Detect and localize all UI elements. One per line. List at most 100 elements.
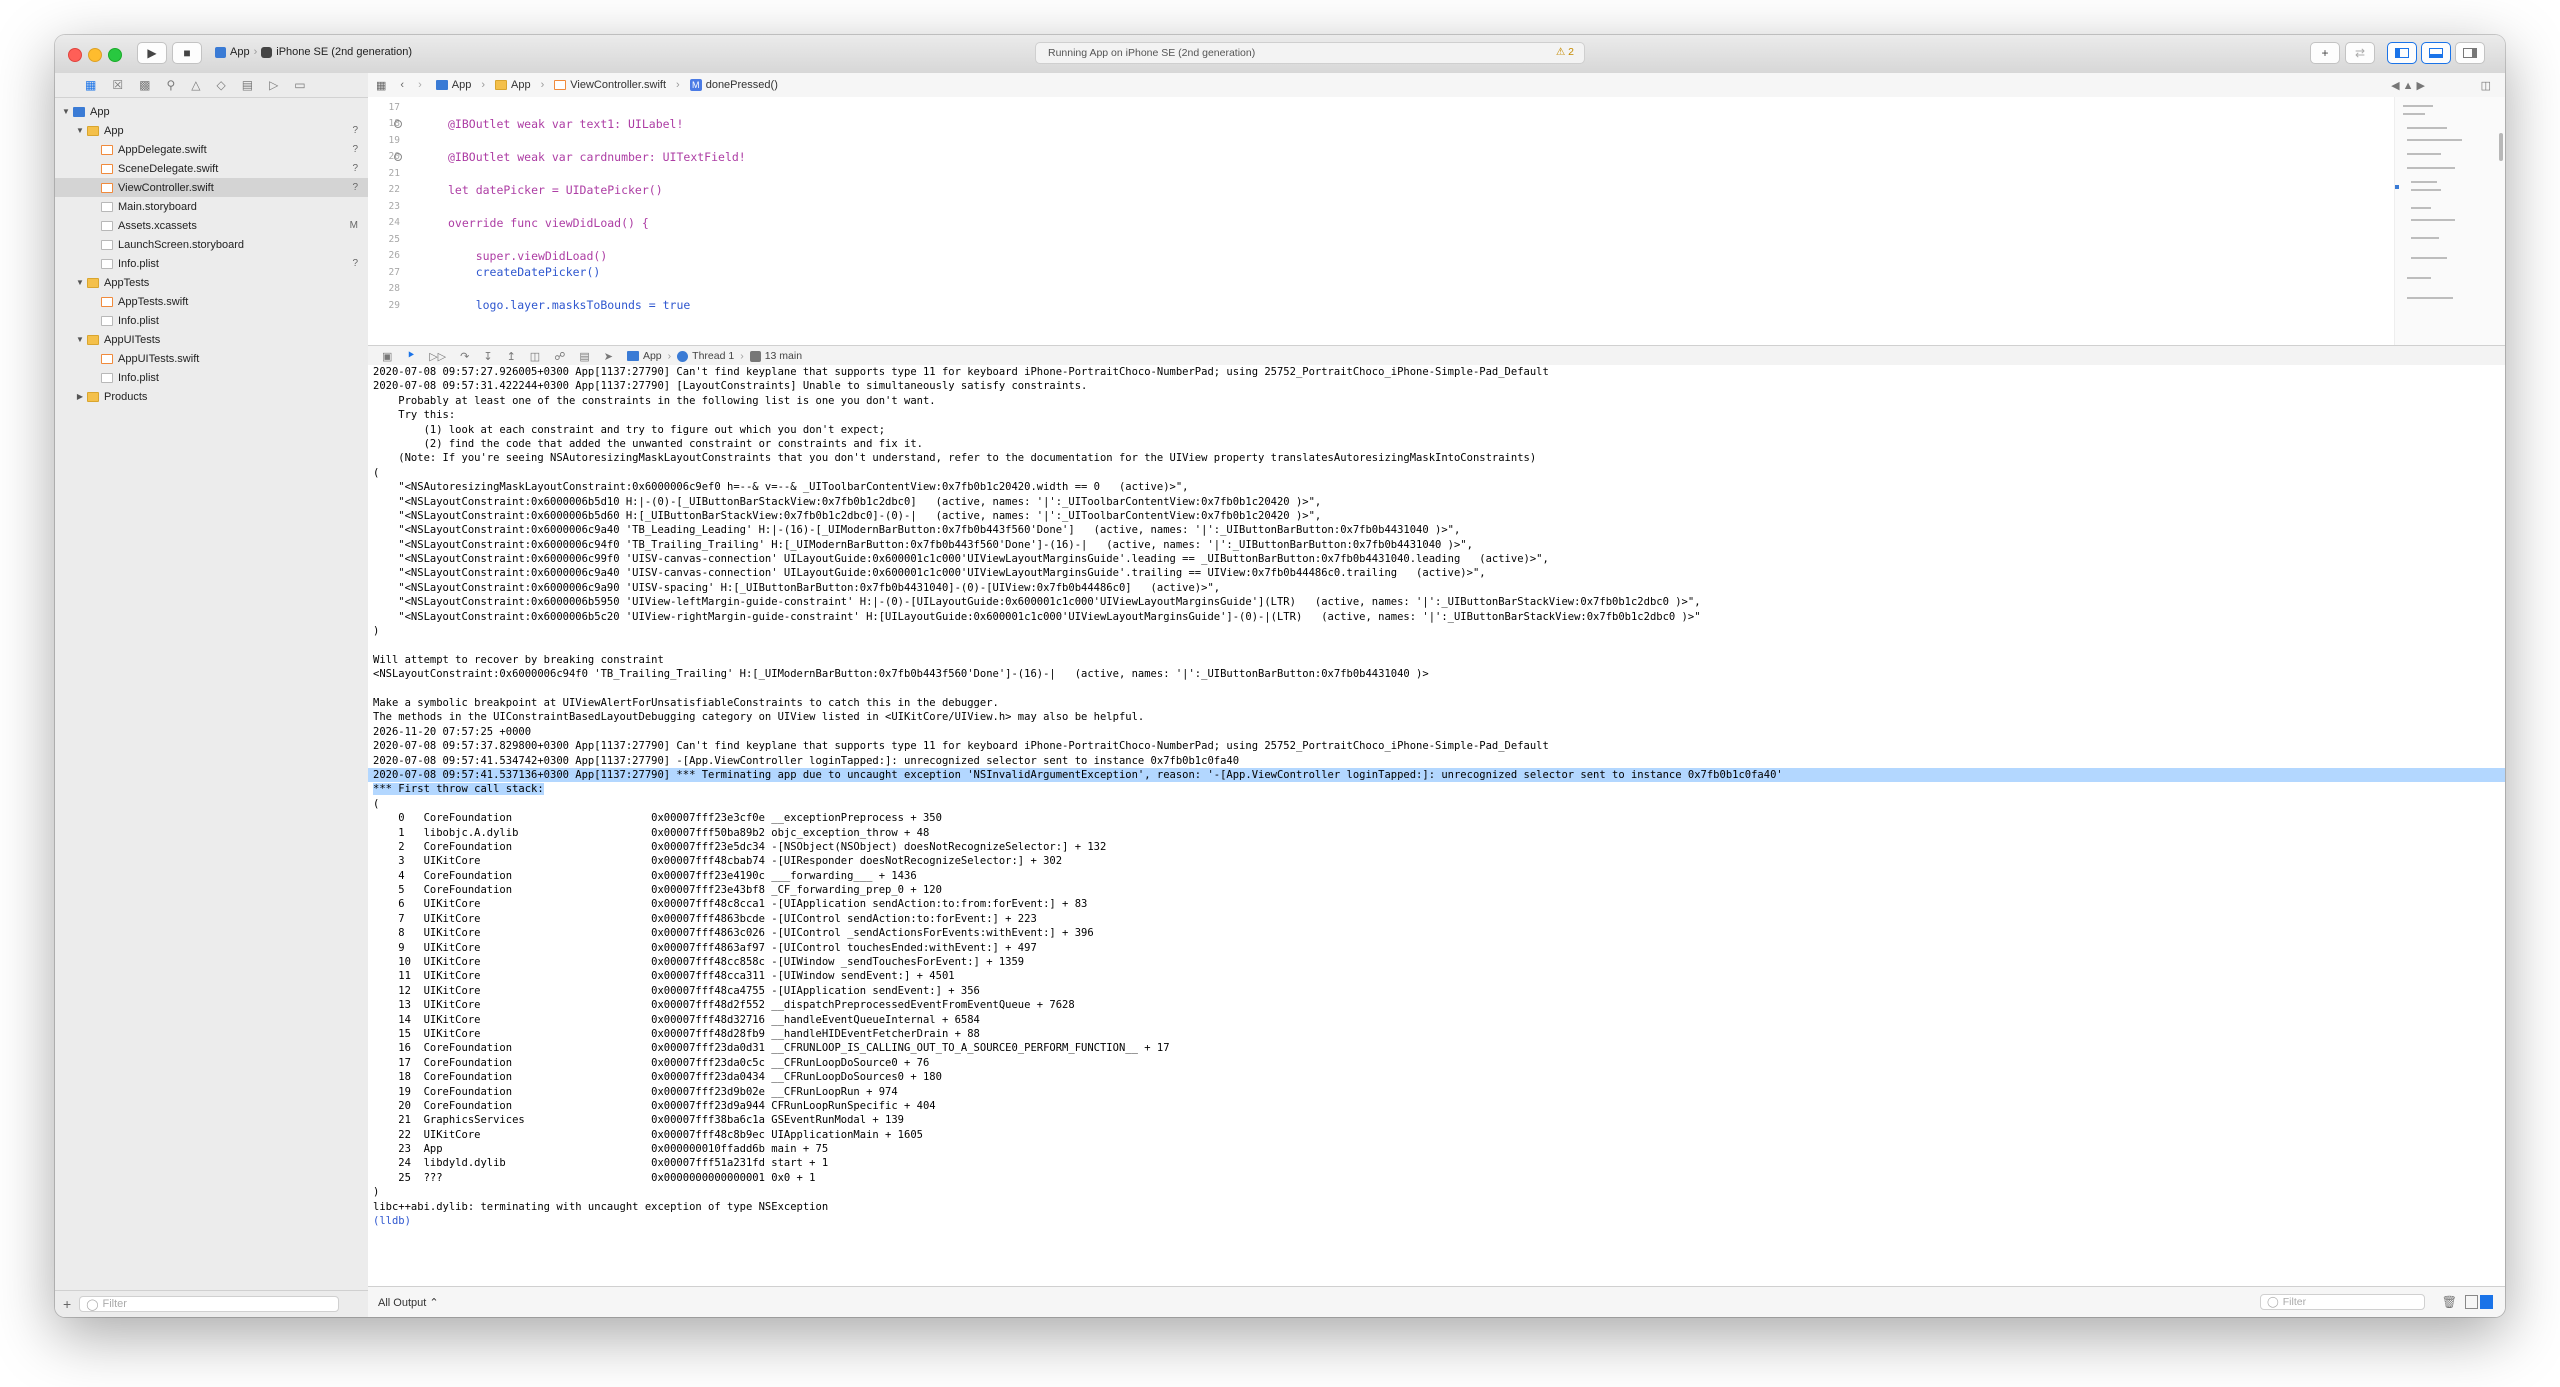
disclosure-triangle-icon[interactable]: ▼ [75, 335, 85, 344]
navigator-item[interactable]: Info.plist? [55, 254, 368, 273]
disclosure-triangle-icon[interactable]: ▼ [75, 126, 85, 135]
navigator-item[interactable]: ▶ Products [55, 387, 368, 406]
stop-button[interactable]: ■ [172, 42, 202, 64]
stack-frame: 13 UIKitCore 0x00007fff48d2f552 __dispat… [373, 999, 1075, 1012]
code-line[interactable]: 23 [368, 198, 2505, 214]
navigator-item[interactable]: AppUITests.swift [55, 349, 368, 368]
scheme-selector[interactable]: App › iPhone SE (2nd generation) [215, 46, 412, 58]
code-line[interactable]: 25 [368, 231, 2505, 247]
step-into-icon[interactable]: ↧ [483, 350, 492, 363]
add-file-icon[interactable]: + [63, 1296, 71, 1312]
simulate-location-icon[interactable]: ➤ [604, 350, 613, 363]
navigator-item[interactable]: ▼ App [55, 102, 368, 121]
stack-frame: 3 UIKitCore 0x00007fff48cbab74 -[UIRespo… [373, 855, 1063, 868]
lldb-prompt[interactable]: (lldb) [368, 1214, 2505, 1228]
warning-badge[interactable]: ⚠ 2 [1556, 46, 1574, 58]
code-line[interactable]: 27 createDatePicker() [368, 264, 2505, 280]
code-line[interactable]: 20 @IBOutlet weak var cardnumber: UITextF… [368, 149, 2505, 165]
breadcrumb-project[interactable]: App [452, 79, 472, 91]
code-line[interactable]: 22 let datePicker = UIDatePicker() [368, 182, 2505, 198]
navigator-item[interactable]: AppTests.swift [55, 292, 368, 311]
code-review-button[interactable]: ⇄ [2345, 42, 2375, 64]
navigator-item[interactable]: ViewController.swift? [55, 178, 368, 197]
library-button[interactable]: + [2310, 42, 2340, 64]
code-line[interactable]: 24 override func viewDidLoad() { [368, 215, 2505, 231]
source-control-icon[interactable]: ☒ [112, 78, 123, 92]
report-icon[interactable]: ▭ [294, 78, 305, 92]
view-debugger-icon[interactable]: ◫ [530, 350, 540, 363]
toggle-debug-area-button[interactable] [2421, 42, 2451, 64]
editor-scrollbar[interactable] [2499, 133, 2503, 161]
swift-file-icon [101, 296, 113, 307]
plus-icon: + [2321, 46, 2329, 60]
code-line[interactable]: 26 super.viewDidLoad() [368, 248, 2505, 264]
console-line: Will attempt to recover by breaking cons… [373, 653, 664, 666]
code-line[interactable]: 19 [368, 132, 2505, 148]
outlet-connection-icon[interactable] [394, 152, 402, 161]
navigator-item[interactable]: Info.plist [55, 368, 368, 387]
close-window-button[interactable] [68, 48, 82, 62]
breadcrumb-symbol[interactable]: donePressed() [706, 79, 778, 91]
breadcrumb-file[interactable]: ViewController.swift [570, 79, 666, 91]
zoom-window-button[interactable] [108, 48, 122, 62]
thread-selector[interactable]: Thread 1 [677, 350, 734, 362]
folder-icon[interactable]: ▦ [85, 78, 96, 92]
run-button[interactable]: ▶ [137, 42, 167, 64]
debug-gauge-icon[interactable]: ▤ [242, 78, 253, 92]
navigator-item[interactable]: ▼ AppTests [55, 273, 368, 292]
symbol-icon[interactable]: ▩ [139, 78, 150, 92]
toggle-inspector-button[interactable] [2455, 42, 2485, 64]
breadcrumb-group[interactable]: App [511, 79, 531, 91]
navigator-item[interactable]: SceneDelegate.swift? [55, 159, 368, 178]
frame-selector[interactable]: 13 main [749, 350, 802, 362]
environment-overrides-icon[interactable]: ▤ [579, 350, 589, 363]
breakpoints-toggle-icon[interactable]: ⯈ [406, 350, 415, 363]
disclosure-triangle-icon[interactable]: ▶ [75, 392, 85, 401]
step-out-icon[interactable]: ↥ [507, 350, 516, 363]
navigator-item[interactable]: Info.plist [55, 311, 368, 330]
hide-debug-area-icon[interactable]: ▣ [382, 350, 392, 363]
search-icon[interactable]: ⚲ [166, 78, 175, 92]
step-over-icon[interactable]: ↷ [460, 350, 469, 363]
navigator-item[interactable]: LaunchScreen.storyboard [55, 235, 368, 254]
forward-icon[interactable]: › [418, 79, 422, 91]
chevron-right-icon: › [253, 46, 258, 58]
console-output[interactable]: 2020-07-08 09:57:27.926005+0300 App[1137… [368, 365, 2505, 1287]
continue-icon[interactable]: ▷▷ [429, 350, 446, 363]
process-selector[interactable]: App [626, 350, 662, 362]
navigator-item[interactable]: AppDelegate.swift? [55, 140, 368, 159]
code-line[interactable]: 18 @IBOutlet weak var text1: UILabel! [368, 116, 2505, 132]
navigator-item[interactable]: Assets.xcassets M [55, 216, 368, 235]
add-editor-icon[interactable]: ◫ [2481, 79, 2491, 92]
console-layout-toggle[interactable] [2465, 1295, 2493, 1309]
code-line[interactable]: 21 [368, 165, 2505, 181]
stack-frame: 24 libdyld.dylib 0x00007fff51a231fd star… [373, 1157, 829, 1170]
breakpoint-icon[interactable]: ▷ [269, 78, 278, 92]
related-items-icon[interactable]: ▦ [376, 79, 386, 92]
toggle-navigator-button[interactable] [2387, 42, 2417, 64]
disclosure-triangle-icon[interactable]: ▼ [61, 107, 71, 116]
test-diamond-icon[interactable]: ◇ [216, 78, 225, 92]
navigator-item[interactable]: ▼ AppUITests [55, 330, 368, 349]
console-log-lines: 2020-07-08 09:57:27.926005+0300 App[1137… [368, 365, 2505, 768]
minimap[interactable] [2394, 97, 2505, 345]
navigator-item[interactable]: ▼ App? [55, 121, 368, 140]
minimize-window-button[interactable] [88, 48, 102, 62]
back-icon[interactable]: ‹ [400, 79, 404, 91]
console-pane-icon[interactable] [2480, 1295, 2493, 1309]
navigator-item[interactable]: Main.storyboard [55, 197, 368, 216]
outlet-connection-icon[interactable] [394, 119, 402, 128]
navigator-filter-input[interactable]: ◯ Filter [79, 1296, 340, 1312]
code-line[interactable]: 17 [368, 99, 2505, 115]
output-selector[interactable]: All Output ⌃ [378, 1296, 439, 1309]
variables-pane-icon[interactable] [2465, 1295, 2478, 1309]
disclosure-triangle-icon[interactable]: ▼ [75, 278, 85, 287]
issue-warning-icon[interactable]: △ [191, 78, 200, 92]
console-filter-input[interactable]: ◯ Filter [2260, 1294, 2425, 1310]
memory-graph-icon[interactable]: ☍ [554, 350, 565, 363]
trash-icon[interactable]: 🗑 [2442, 1295, 2457, 1309]
issue-nav-icon[interactable]: ◀ ▲ ▶ [2391, 79, 2425, 92]
source-editor[interactable]: 17 18 @IBOutlet weak var text1: UILabel! 19… [368, 97, 2505, 345]
code-line[interactable]: 28 [368, 281, 2505, 297]
code-line[interactable]: 29 logo.layer.masksToBounds = true [368, 297, 2505, 313]
